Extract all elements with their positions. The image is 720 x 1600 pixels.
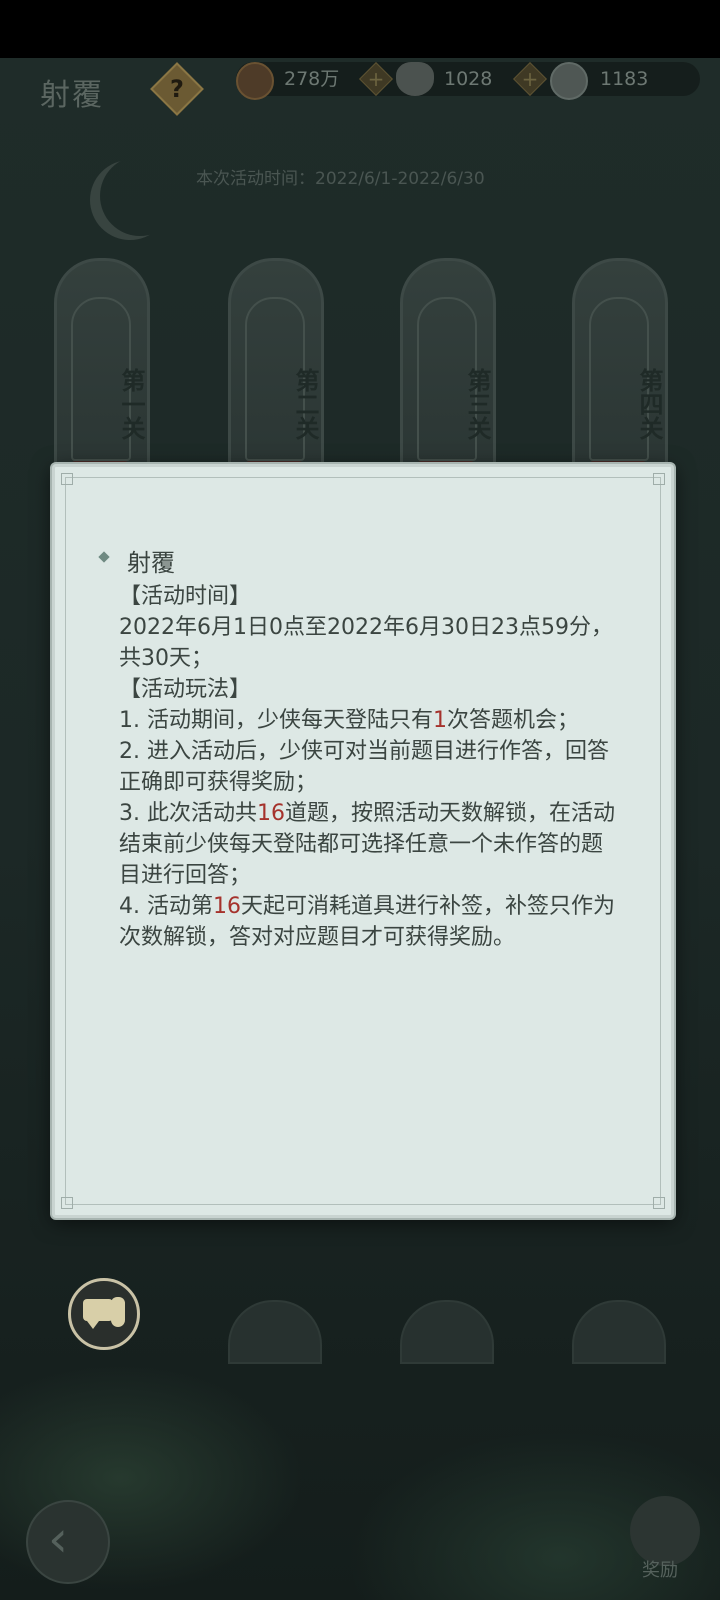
level-label: 第三关 xyxy=(463,368,492,440)
status-bar xyxy=(0,0,720,58)
chat-bubble-icon xyxy=(83,1299,113,1329)
silver-ingot-icon xyxy=(396,62,434,96)
section-rules-heading: 【活动玩法】 xyxy=(119,677,252,702)
rule-4: 4. 活动第16天起可消耗道具进行补签，补签只作为次数解锁，答对对应题目才可获得… xyxy=(119,894,615,950)
add-silver-button[interactable]: + xyxy=(513,62,547,96)
activity-time: 本次活动时间：2022/6/1-2022/6/30 xyxy=(196,169,485,189)
level-card-1[interactable]: 第一关 xyxy=(54,258,150,475)
rule-3: 3. 此次活动共16道题，按照活动天数解锁，在活动结束前少侠每天登陆都可选择任意… xyxy=(119,801,615,888)
reward-label[interactable]: 奖励 xyxy=(642,1556,678,1582)
level-label: 第一关 xyxy=(117,368,146,440)
copper-coin-value: 278万 xyxy=(284,68,340,90)
add-copper-button[interactable]: + xyxy=(359,62,393,96)
page-title: 射覆 xyxy=(40,78,104,113)
rule-2: 2. 进入活动后，少侠可对当前题目进行作答，回答正确即可获得奖励； xyxy=(119,739,609,795)
level-card-2[interactable]: 第二关 xyxy=(228,258,324,475)
resource-bar: 278万 + 1028 + 1183 xyxy=(236,62,700,100)
dialog-title: 射覆 xyxy=(127,549,175,577)
gourd-icon xyxy=(111,1297,125,1327)
back-button[interactable]: ‹ xyxy=(26,1500,110,1584)
section-time-heading: 【活动时间】 xyxy=(119,584,252,609)
rule-1: 1. 活动期间，少侠每天登陆只有1次答题机会； xyxy=(119,708,579,733)
chat-button[interactable] xyxy=(68,1278,140,1350)
level-card-4[interactable]: 第四关 xyxy=(572,258,668,475)
rules-dialog[interactable]: 射覆 【活动时间】 2022年6月1日0点至2022年6月30日23点59分，共… xyxy=(52,464,674,1218)
time-text: 2022年6月1日0点至2022年6月30日23点59分，共30天； xyxy=(119,615,613,671)
back-arrow-icon: ‹ xyxy=(48,1510,68,1568)
level-card-3[interactable]: 第三关 xyxy=(400,258,496,475)
copper-coin-icon xyxy=(236,62,274,100)
question-icon: ? xyxy=(170,75,184,103)
jade-coin-icon xyxy=(550,62,588,100)
rules-text: 【活动时间】 2022年6月1日0点至2022年6月30日23点59分，共30天… xyxy=(119,581,619,953)
level-label: 第四关 xyxy=(635,368,664,440)
jade-coin-value: 1183 xyxy=(600,68,649,90)
moon-decoration xyxy=(100,156,180,236)
level-label: 第二关 xyxy=(291,368,320,440)
silver-ingot-value: 1028 xyxy=(444,68,493,90)
